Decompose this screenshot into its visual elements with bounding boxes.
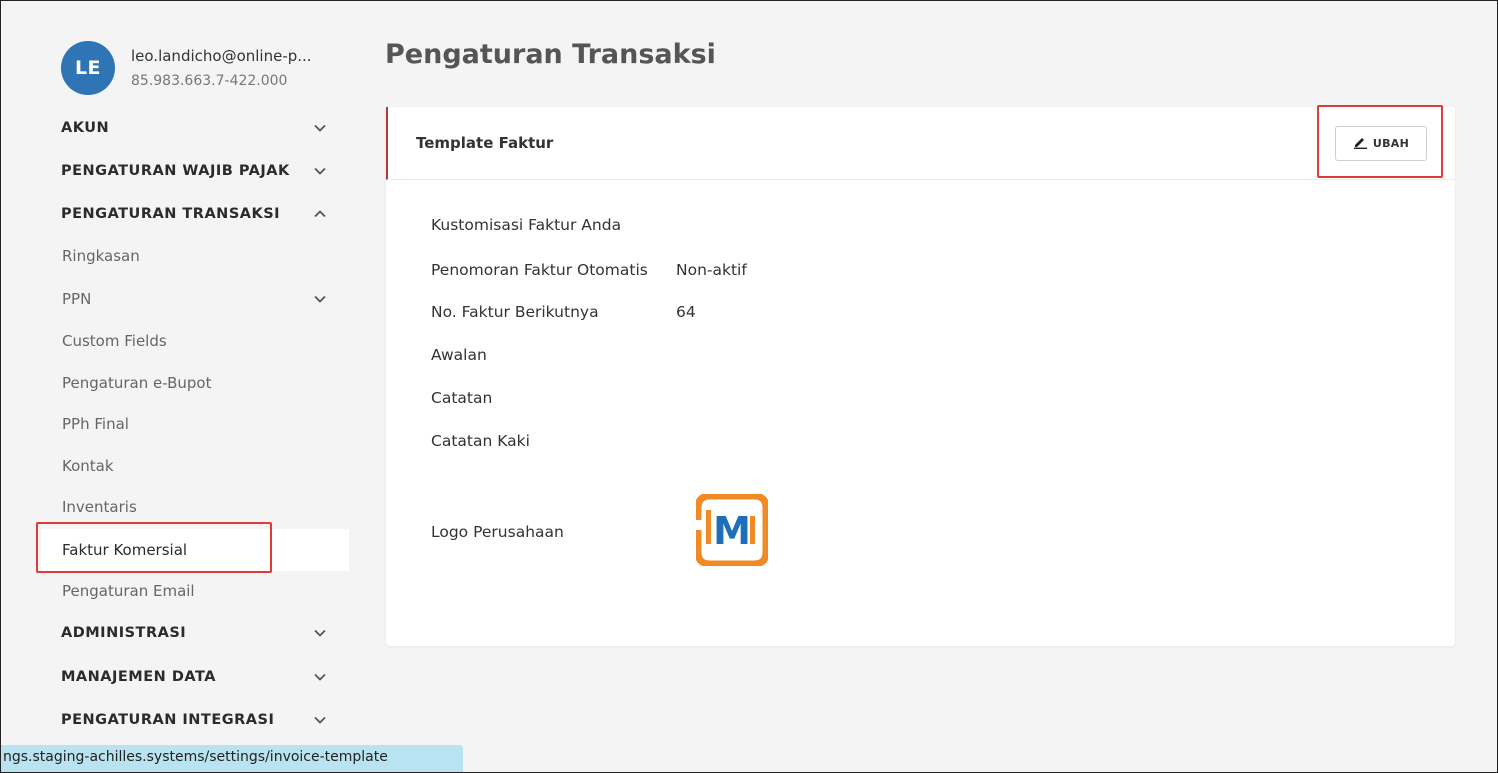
sidebar-item-pengaturan-ebupot[interactable]: Pengaturan e-Bupot — [41, 363, 349, 403]
sidebar-item-pengaturan-wajib-pajak[interactable]: PENGATURAN WAJIB PAJAK — [41, 151, 349, 191]
logo-letter: M — [713, 509, 751, 553]
chevron-down-icon — [313, 292, 327, 306]
sidebar-item-label: Ringkasan — [62, 247, 140, 265]
sidebar-item-label: PENGATURAN WAJIB PAJAK — [61, 163, 290, 179]
field-label: Catatan Kaki — [431, 432, 530, 450]
edit-button-label: UBAH — [1372, 137, 1410, 150]
sidebar-item-label: PENGATURAN INTEGRASI — [61, 712, 275, 728]
chevron-down-icon — [313, 670, 327, 684]
field-catatan-kaki: Catatan Kaki — [431, 432, 676, 450]
user-profile[interactable]: LE leo.landicho@online-p... 85.983.663.7… — [61, 41, 312, 95]
profile-email: leo.landicho@online-p... — [131, 47, 312, 65]
sidebar-item-label: PPh Final — [62, 415, 129, 433]
field-value: Non-aktif — [676, 261, 747, 279]
sidebar-item-ppn[interactable]: PPN — [41, 279, 349, 319]
chevron-down-icon — [313, 626, 327, 640]
sidebar: LE leo.landicho@online-p... 85.983.663.7… — [1, 1, 361, 772]
edit-button[interactable]: UBAH — [1335, 126, 1427, 161]
sidebar-item-label: MANAJEMEN DATA — [61, 669, 216, 685]
sidebar-item-label: Pengaturan Email — [62, 582, 195, 600]
field-no-faktur-berikutnya: No. Faktur Berikutnya 64 — [431, 303, 696, 321]
field-awalan: Awalan — [431, 346, 676, 364]
field-label: Logo Perusahaan — [431, 523, 564, 541]
chevron-down-icon — [313, 713, 327, 727]
sidebar-item-label: ADMINISTRASI — [61, 625, 187, 641]
profile-npwp: 85.983.663.7-422.000 — [131, 73, 288, 89]
sidebar-item-label: PENGATURAN TRANSAKSI — [61, 206, 281, 222]
sidebar-item-pengaturan-transaksi[interactable]: PENGATURAN TRANSAKSI — [41, 194, 349, 234]
field-value: 64 — [676, 303, 696, 321]
field-label: Kustomisasi Faktur Anda — [431, 216, 622, 234]
sidebar-item-label: Faktur Komersial — [62, 541, 188, 559]
sidebar-item-administrasi[interactable]: ADMINISTRASI — [41, 613, 349, 653]
sidebar-item-faktur-komersial[interactable]: Faktur Komersial — [41, 529, 349, 571]
sidebar-item-ringkasan[interactable]: Ringkasan — [41, 236, 349, 276]
field-label: Catatan — [431, 389, 493, 407]
field-label: No. Faktur Berikutnya — [431, 303, 599, 321]
sidebar-item-label: PPN — [62, 290, 92, 308]
avatar: LE — [61, 41, 115, 95]
chevron-down-icon — [313, 164, 327, 178]
status-bar-url: ngs.staging-achilles.systems/settings/in… — [1, 745, 463, 772]
card-title: Template Faktur — [416, 134, 554, 152]
field-penomoran-faktur-otomatis: Penomoran Faktur Otomatis Non-aktif — [431, 261, 747, 279]
sidebar-item-akun[interactable]: AKUN — [41, 108, 349, 148]
chevron-up-icon — [313, 207, 327, 221]
profile-info: leo.landicho@online-p... 85.983.663.7-42… — [131, 47, 312, 89]
field-label: Awalan — [431, 346, 487, 364]
field-kustomisasi-faktur: Kustomisasi Faktur Anda — [431, 216, 676, 234]
sidebar-item-pengaturan-integrasi[interactable]: PENGATURAN INTEGRASI — [41, 700, 349, 740]
sidebar-item-label: Kontak — [62, 457, 114, 475]
sidebar-item-custom-fields[interactable]: Custom Fields — [41, 321, 349, 361]
sidebar-item-label: AKUN — [61, 120, 110, 136]
sidebar-item-pengaturan-email[interactable]: Pengaturan Email — [41, 571, 349, 611]
sidebar-item-inventaris[interactable]: Inventaris — [41, 487, 349, 527]
sidebar-item-label: Pengaturan e-Bupot — [62, 374, 212, 392]
field-logo-perusahaan: Logo Perusahaan — [431, 523, 676, 541]
pencil-icon — [1353, 135, 1368, 152]
template-faktur-card: Template Faktur UBAH Kustomisasi Faktur … — [386, 107, 1455, 646]
page-title: Pengaturan Transaksi — [385, 39, 716, 70]
sidebar-item-kontak[interactable]: Kontak — [41, 446, 349, 486]
field-label: Penomoran Faktur Otomatis — [431, 261, 648, 279]
sidebar-item-pph-final[interactable]: PPh Final — [41, 404, 349, 444]
sidebar-item-label: Inventaris — [62, 498, 137, 516]
card-header: Template Faktur UBAH — [386, 107, 1455, 180]
field-catatan: Catatan — [431, 389, 676, 407]
sidebar-item-label: Custom Fields — [62, 332, 167, 350]
company-logo: M — [694, 492, 770, 568]
sidebar-item-manajemen-data[interactable]: MANAJEMEN DATA — [41, 657, 349, 697]
chevron-down-icon — [313, 121, 327, 135]
